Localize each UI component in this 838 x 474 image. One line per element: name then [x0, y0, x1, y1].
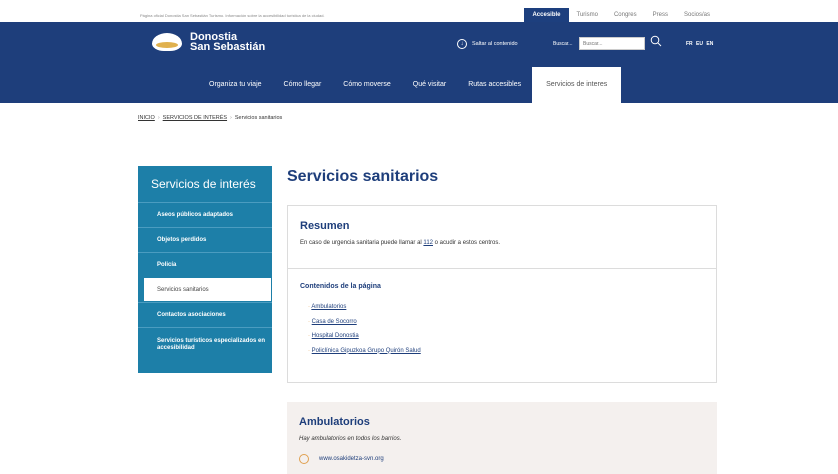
search-input[interactable]	[579, 37, 645, 50]
nav-organiza[interactable]: Organiza tu viaje	[198, 67, 273, 103]
logo-icon	[152, 33, 182, 51]
sidebar-item-aseos[interactable]: Aseos públicos adaptados	[138, 202, 272, 227]
sidebar-item-policia[interactable]: Policía	[138, 252, 272, 277]
top-link-congres[interactable]: Congres	[606, 8, 645, 22]
breadcrumb-home[interactable]: INICIO	[138, 115, 155, 121]
summary-title: Resumen	[300, 220, 350, 232]
list-item: Casa de Socorro	[308, 319, 704, 325]
page-contents-box: Contenidos de la página Ambulatorios Cas…	[287, 268, 717, 383]
ambulatorios-section: Ambulatorios Hay ambulatorios en todos l…	[287, 402, 717, 474]
breadcrumb-current: Servicios sanitarios	[234, 115, 283, 121]
summary-text-before: En caso de urgencia sanitaria puede llam…	[300, 240, 422, 246]
sidebar-item-servicios-turisticos[interactable]: Servicios turísticos especializados en a…	[138, 327, 272, 373]
contents-link-casa-socorro[interactable]: Casa de Socorro	[312, 319, 357, 325]
ambulatorios-title: Ambulatorios	[299, 416, 370, 428]
list-item: Ambulatorios	[308, 304, 704, 310]
top-link-turismo[interactable]: Turismo	[569, 8, 606, 22]
page-title: Servicios sanitarios	[287, 168, 439, 185]
contents-link-hospital[interactable]: Hospital Donostia	[312, 333, 359, 339]
emergency-phone-link[interactable]: 112	[423, 240, 433, 246]
main-nav: Organiza tu viaje Cómo llegar Cómo mover…	[198, 67, 622, 103]
search-icon[interactable]	[650, 35, 662, 47]
summary-box: Resumen En caso de urgencia sanitaria pu…	[287, 205, 717, 269]
globe-icon	[299, 454, 309, 464]
contents-title: Contenidos de la página	[300, 283, 381, 290]
arrow-down-icon: ↓	[457, 39, 467, 49]
ambulatorios-web-link[interactable]: www.osakidetza-svn.org	[299, 454, 705, 464]
sidebar: Servicios de interés Aseos públicos adap…	[138, 166, 272, 373]
skip-to-content-link[interactable]: ↓ Saltar al contenido	[457, 39, 518, 49]
skip-label: Saltar al contenido	[472, 41, 518, 47]
sidebar-item-sanitarios[interactable]: Servicios sanitarios	[138, 277, 272, 302]
contents-link-ambulatorios[interactable]: Ambulatorios	[311, 304, 346, 310]
site-logo[interactable]: Donostia San Sebastián	[152, 32, 266, 53]
top-link-socios[interactable]: Socios/as	[676, 8, 718, 22]
language-switcher[interactable]: FR EU EN	[686, 41, 713, 47]
top-links: Accesible Turismo Congres Press Socios/a…	[524, 8, 718, 22]
top-utility-bar: Página oficial Donostia San Sebastián Tu…	[0, 0, 838, 22]
breadcrumb-section[interactable]: SERVICIOS DE INTERÉS	[163, 115, 227, 121]
nav-servicios-interes[interactable]: Servicios de interes	[532, 67, 622, 103]
list-item: Policlínica Gipuzkoa Grupo Quirón Salud	[308, 348, 704, 354]
top-link-press[interactable]: Press	[645, 8, 676, 22]
ambulatorios-url: www.osakidetza-svn.org	[319, 456, 384, 462]
main-content: Servicios sanitarios Resumen En caso de …	[287, 168, 717, 474]
summary-text-after: o acudir a estos centros.	[434, 240, 501, 246]
site-note: Página oficial Donostia San Sebastián Tu…	[140, 13, 325, 18]
nav-como-llegar[interactable]: Cómo llegar	[273, 67, 333, 103]
ambulatorios-text: Hay ambulatorios en todos los barrios.	[299, 436, 402, 442]
nav-rutas-accesibles[interactable]: Rutas accesibles	[457, 67, 532, 103]
top-link-accesible[interactable]: Accesible	[524, 8, 569, 22]
logo-line-2: San Sebastián	[190, 41, 266, 53]
nav-que-visitar[interactable]: Qué visitar	[402, 67, 457, 103]
search-label: Buscar...	[553, 41, 573, 47]
summary-text: En caso de urgencia sanitaria puede llam…	[300, 240, 704, 246]
site-header: Donostia San Sebastián ↓ Saltar al conte…	[0, 22, 838, 103]
sidebar-title: Servicios de interés	[138, 166, 272, 202]
list-item: Hospital Donostia	[308, 333, 704, 339]
breadcrumb: INICIO › SERVICIOS DE INTERÉS › Servicios sa…	[138, 115, 283, 121]
contents-link-policlinica[interactable]: Policlínica Gipuzkoa Grupo Quirón Salud	[312, 348, 421, 354]
contents-list: Ambulatorios Casa de Socorro Hospital Do…	[300, 304, 704, 354]
logo-text: Donostia San Sebastián	[190, 32, 266, 53]
sidebar-item-contactos[interactable]: Contactos asociaciones	[138, 302, 272, 327]
nav-como-moverse[interactable]: Cómo moverse	[332, 67, 401, 103]
sidebar-item-objetos[interactable]: Objetos perdidos	[138, 227, 272, 252]
